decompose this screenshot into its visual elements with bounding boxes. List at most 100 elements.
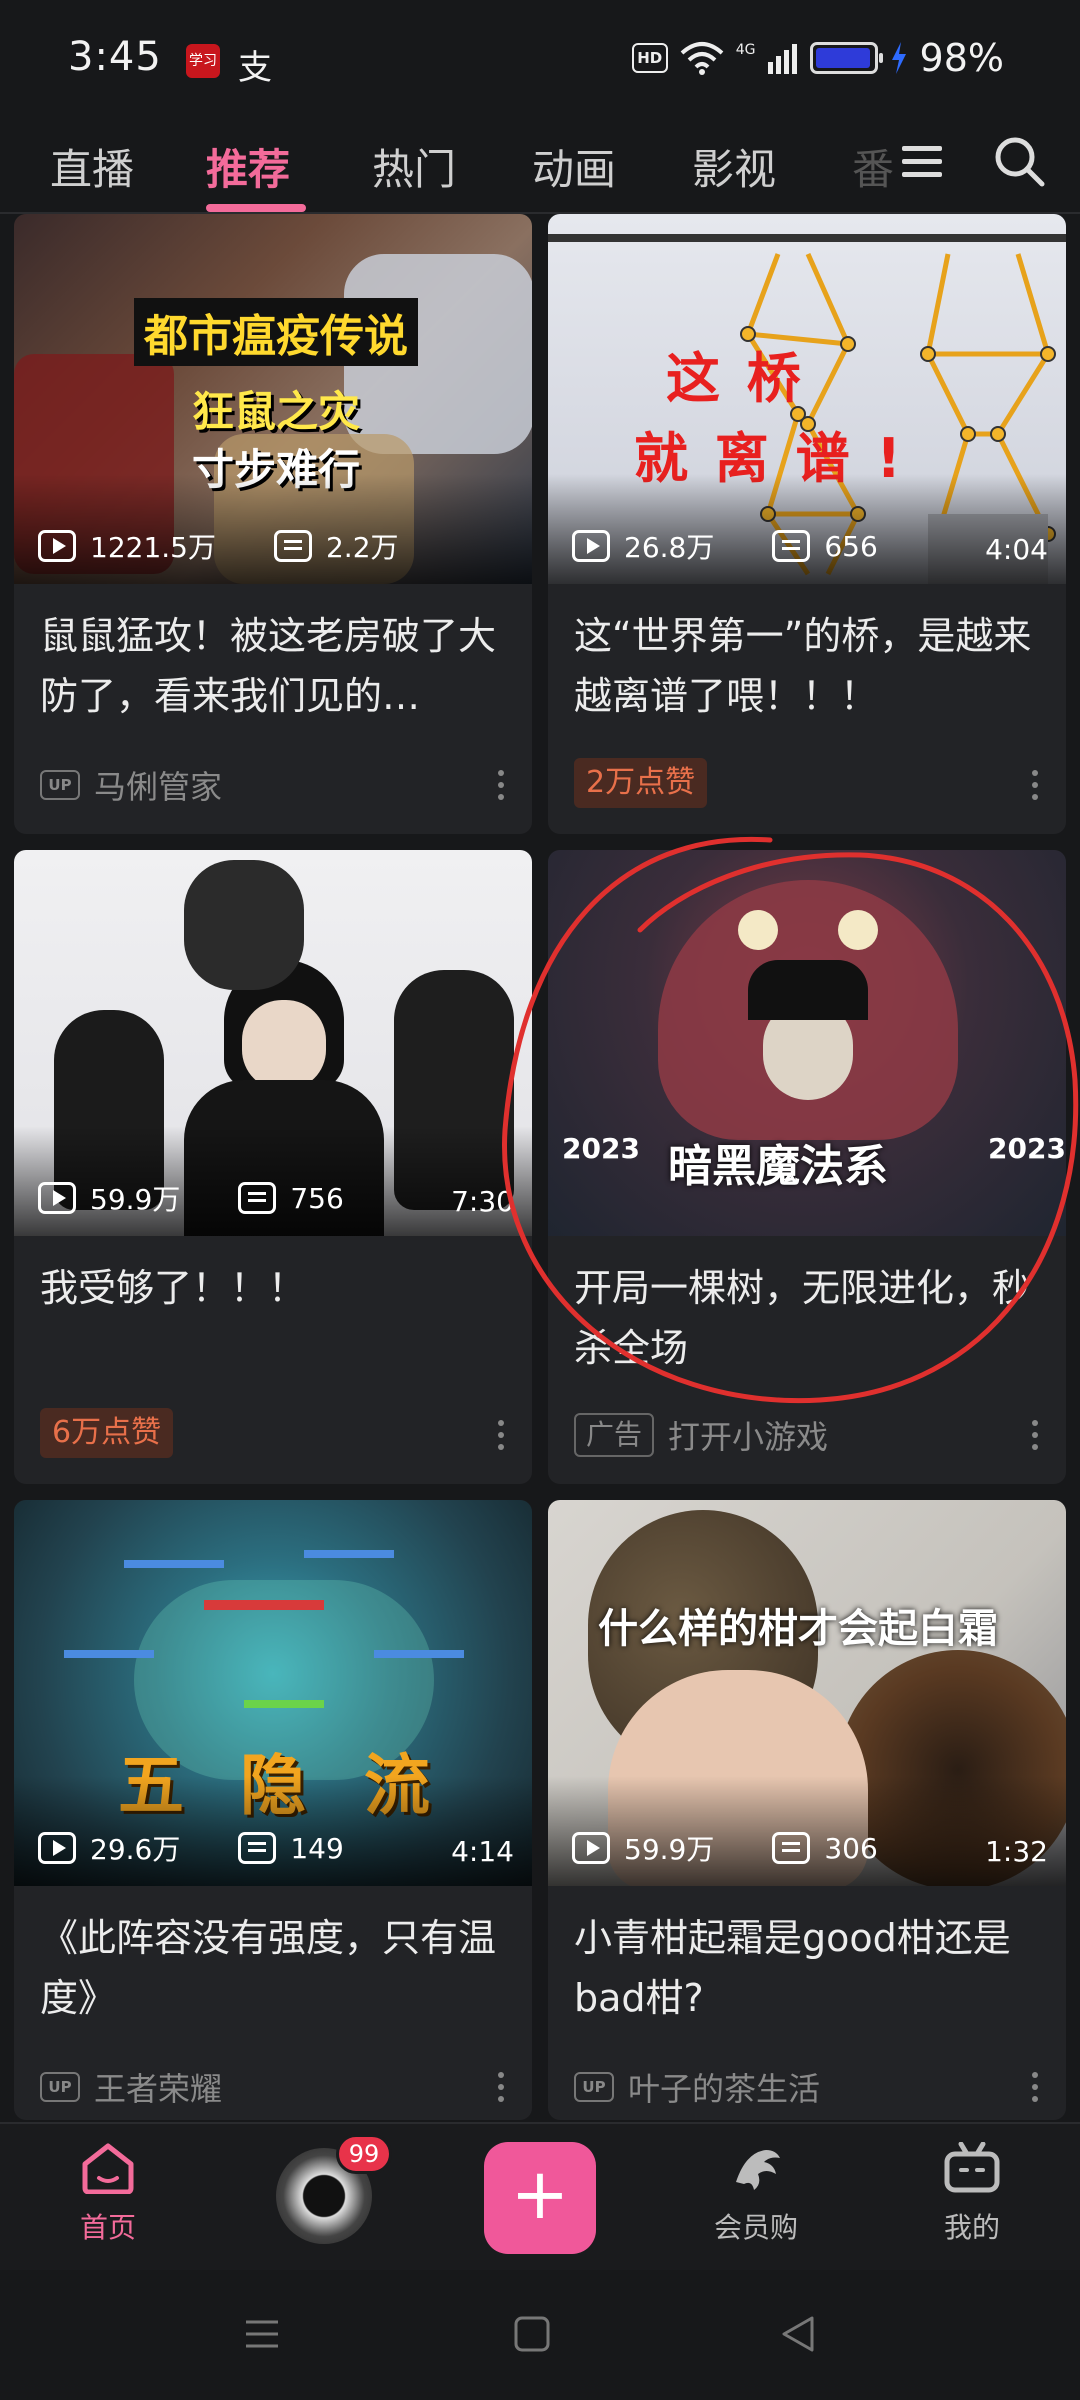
ad-badge: 广告 xyxy=(574,1413,655,1457)
nav-vip-shop[interactable]: 会员购 xyxy=(686,2142,826,2246)
menu-icon[interactable] xyxy=(900,140,944,184)
video-title[interactable]: 这“世界第一”的桥，是越来越离谱了喂！！！ xyxy=(574,606,1044,726)
video-thumbnail[interactable]: 五 隐 流 29.6万 149 4:14 xyxy=(14,1500,532,1886)
tab-live[interactable]: 直播 xyxy=(50,136,134,197)
more-options-icon[interactable] xyxy=(1032,2072,1040,2102)
video-duration: 1:32 xyxy=(985,1835,1048,1868)
ad-year-badge: 2023 xyxy=(988,1132,1066,1165)
more-options-icon[interactable] xyxy=(1032,770,1040,800)
nav-mine[interactable]: 我的 xyxy=(902,2141,1042,2246)
danmaku-count: 656 xyxy=(824,529,878,563)
video-stats: 59.9万 306 xyxy=(572,1828,878,1868)
uploader-name[interactable]: 王者荣耀 xyxy=(94,2064,222,2110)
wifi-icon xyxy=(680,42,724,75)
more-options-icon[interactable] xyxy=(498,2072,506,2102)
video-card[interactable]: 都市瘟疫传说 狂鼠之灾 寸步难行 1221.5万 2.2万 鼠鼠猛攻！被这老房破… xyxy=(14,214,532,834)
tab-anime[interactable]: 动画 xyxy=(532,136,616,197)
tab-more[interactable]: 番 xyxy=(852,136,894,197)
play-count-icon xyxy=(38,530,76,562)
ad-cta[interactable]: 打开小游戏 xyxy=(668,1412,828,1458)
nav-home-label: 首页 xyxy=(79,2211,136,2244)
active-tab-indicator xyxy=(206,204,306,212)
video-meta: UP 叶子的茶生活 xyxy=(574,2064,820,2110)
tab-movies[interactable]: 影视 xyxy=(692,136,776,197)
view-count: 59.9万 xyxy=(90,1183,181,1216)
video-thumbnail[interactable]: 都市瘟疫传说 狂鼠之灾 寸步难行 1221.5万 2.2万 xyxy=(14,214,532,584)
danmaku-icon xyxy=(238,1182,277,1214)
nav-mine-label: 我的 xyxy=(943,2211,1000,2244)
danmaku-count: 756 xyxy=(290,1181,344,1215)
notification-badge: 99 xyxy=(336,2134,392,2174)
more-options-icon[interactable] xyxy=(1032,1420,1040,1450)
view-count: 26.8万 xyxy=(624,531,715,564)
uploader-name[interactable]: 叶子的茶生活 xyxy=(628,2064,820,2110)
ad-card[interactable]: 暗黑魔法系 2023 2023 开局一棵树，无限进化，秒杀全场 广告 打开小游戏 xyxy=(548,850,1066,1484)
video-card[interactable]: 这 桥 就 离 谱 ! 26.8万 656 4:04 这“世界第一”的桥，是越来… xyxy=(548,214,1066,834)
video-card[interactable]: 59.9万 756 7:30 我受够了！！！ 6万点赞 xyxy=(14,850,532,1484)
video-duration: 4:14 xyxy=(451,1835,514,1868)
video-meta: 2万点赞 xyxy=(574,758,708,808)
view-count: 1221.5万 xyxy=(90,531,216,564)
back-icon[interactable] xyxy=(778,2314,818,2354)
charging-icon xyxy=(891,42,906,74)
battery-icon xyxy=(809,42,883,74)
video-duration: 7:30 xyxy=(451,1185,514,1218)
video-meta: UP 马俐管家 xyxy=(40,762,222,808)
tab-recommend[interactable]: 推荐 xyxy=(206,136,290,197)
video-title[interactable]: 小青柑起霜是good柑还是bad柑? xyxy=(574,1908,1044,2028)
ad-thumbnail[interactable]: 暗黑魔法系 2023 2023 xyxy=(548,850,1066,1236)
like-count-tag: 6万点赞 xyxy=(40,1408,174,1458)
tab-hot[interactable]: 热门 xyxy=(372,136,456,197)
dragon-icon xyxy=(736,2150,780,2190)
signal-icon xyxy=(767,44,797,74)
danmaku-count: 149 xyxy=(290,1831,344,1865)
publish-button[interactable]: + xyxy=(484,2142,596,2254)
danmaku-icon xyxy=(772,1832,811,1864)
home-button-icon[interactable] xyxy=(512,2314,552,2354)
home-icon xyxy=(82,2143,134,2195)
video-title[interactable]: 我受够了！！！ xyxy=(40,1258,510,1318)
nav-home[interactable]: 首页 xyxy=(38,2142,178,2246)
thumbnail-line: 狂鼠之灾 xyxy=(192,387,361,436)
video-card[interactable]: 什么样的柑才会起白霜 59.9万 306 1:32 小青柑起霜是good柑还是b… xyxy=(548,1500,1066,2120)
ad-meta: 广告 打开小游戏 xyxy=(574,1412,828,1458)
system-nav-bar xyxy=(0,2270,1080,2400)
video-thumbnail[interactable]: 这 桥 就 离 谱 ! 26.8万 656 4:04 xyxy=(548,214,1066,584)
thumbnail-caption: 什么样的柑才会起白霜 xyxy=(598,1606,998,1652)
ad-game-title: 暗黑魔法系 xyxy=(668,1141,888,1192)
view-count: 59.9万 xyxy=(624,1833,715,1866)
video-stats: 29.6万 149 xyxy=(38,1828,344,1868)
video-meta: 6万点赞 xyxy=(40,1408,174,1458)
thumbnail-headline: 都市瘟疫传说 xyxy=(134,298,418,366)
status-bar: 3:45 学习 支 HD 4G 98% xyxy=(0,0,1080,118)
recents-icon[interactable] xyxy=(242,2314,282,2354)
video-meta: UP 王者荣耀 xyxy=(40,2064,222,2110)
more-options-icon[interactable] xyxy=(498,1420,506,1450)
view-count: 29.6万 xyxy=(90,1833,181,1866)
video-stats: 26.8万 656 xyxy=(572,526,878,566)
thumbnail-headline: 这 桥 xyxy=(666,347,805,410)
danmaku-icon xyxy=(772,530,811,562)
video-thumbnail[interactable]: 59.9万 756 7:30 xyxy=(14,850,532,1236)
battery-fill xyxy=(815,48,871,68)
alipay-notification-icon: 支 xyxy=(238,48,272,88)
up-badge: UP xyxy=(40,2072,80,2102)
like-count-tag: 2万点赞 xyxy=(574,758,708,808)
uploader-name[interactable]: 马俐管家 xyxy=(94,762,222,808)
danmaku-count: 306 xyxy=(824,1831,878,1865)
more-options-icon[interactable] xyxy=(498,770,506,800)
video-title[interactable]: 鼠鼠猛攻！被这老房破了大防了，看来我们见的… xyxy=(40,606,510,726)
video-stats: 1221.5万 2.2万 xyxy=(38,526,399,566)
video-thumbnail[interactable]: 什么样的柑才会起白霜 59.9万 306 1:32 xyxy=(548,1500,1066,1886)
network-type: 4G xyxy=(735,42,756,58)
search-icon[interactable] xyxy=(992,134,1046,188)
danmaku-icon xyxy=(238,1832,277,1864)
video-card[interactable]: 五 隐 流 29.6万 149 4:14 《此阵容没有强度，只有温度》 UP 王… xyxy=(14,1500,532,2120)
video-duration: 4:04 xyxy=(985,533,1048,566)
danmaku-count: 2.2万 xyxy=(325,531,399,564)
ad-year-badge: 2023 xyxy=(562,1132,640,1165)
up-badge: UP xyxy=(574,2072,614,2102)
play-count-icon xyxy=(38,1832,76,1864)
video-title[interactable]: 《此阵容没有强度，只有温度》 xyxy=(40,1908,510,2028)
ad-title[interactable]: 开局一棵树，无限进化，秒杀全场 xyxy=(574,1258,1044,1378)
